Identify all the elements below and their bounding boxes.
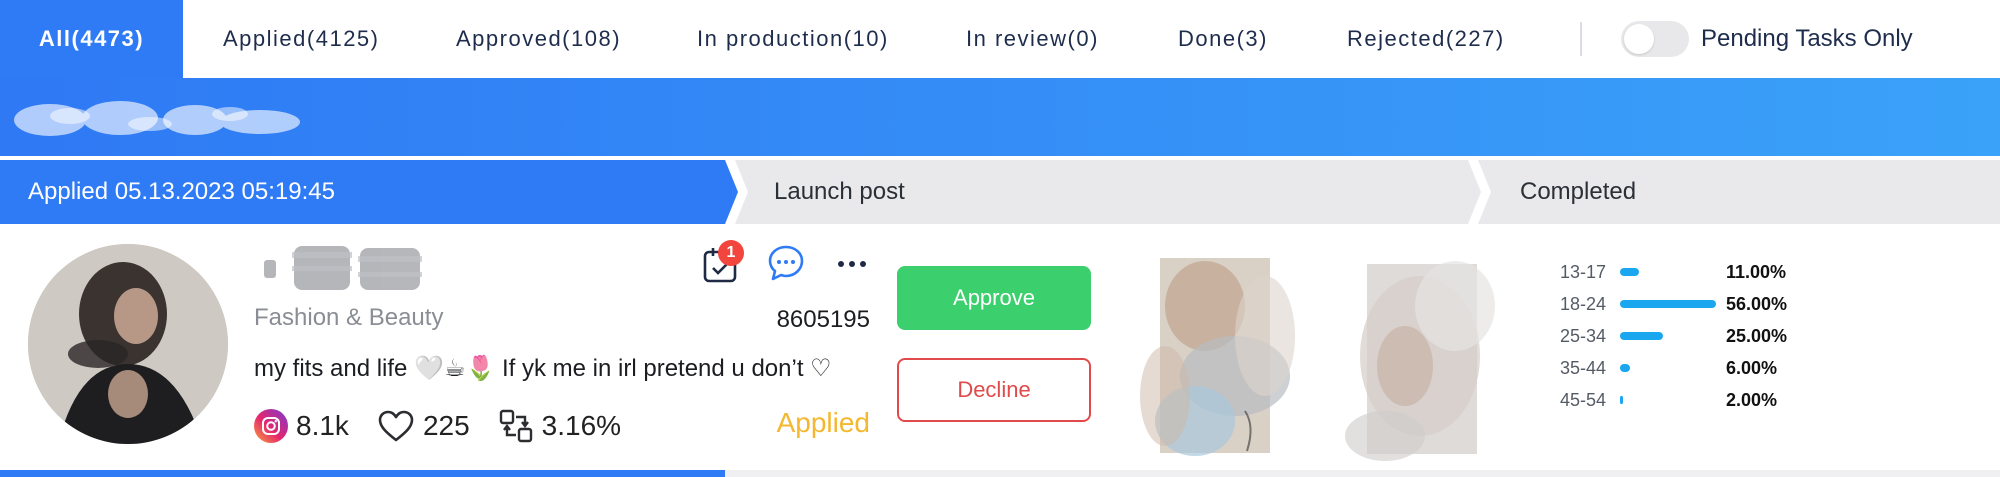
age-row-35-44: 35-44 6.00% bbox=[1520, 352, 1860, 384]
age-row-25-34: 25-34 25.00% bbox=[1520, 320, 1860, 352]
age-bar-track bbox=[1620, 268, 1720, 276]
tab-all[interactable]: All(4473) bbox=[0, 0, 183, 78]
engagement-rate: 3.16% bbox=[541, 410, 622, 441]
stat-likes: 225 bbox=[377, 409, 470, 443]
pending-only-label: Pending Tasks Only bbox=[1701, 25, 1913, 52]
post-thumbnail-1[interactable] bbox=[1125, 246, 1315, 476]
creator-stats: 8.1k 225 3.16% bbox=[254, 404, 649, 448]
instagram-icon bbox=[254, 409, 288, 443]
creator-category: Fashion & Beauty bbox=[254, 304, 444, 331]
likes-count: 225 bbox=[422, 410, 470, 441]
heart-icon bbox=[378, 410, 414, 442]
campaign-banner bbox=[0, 78, 2000, 156]
age-bar bbox=[1620, 332, 1663, 340]
avatar-image bbox=[28, 244, 228, 444]
age-pct-label: 56.00% bbox=[1726, 293, 1788, 314]
notification-badge: 1 bbox=[718, 240, 744, 266]
age-pct-label: 25.00% bbox=[1726, 325, 1788, 346]
age-range-label: 25-34 bbox=[1559, 325, 1606, 346]
redacted-campaign-name bbox=[14, 101, 300, 136]
engagement-icon bbox=[499, 409, 532, 443]
pipeline-step-applied: Applied 05.13.2023 05:19:45 bbox=[28, 178, 335, 205]
age-pct-label: 11.00% bbox=[1726, 261, 1787, 282]
redacted-creator-name bbox=[264, 246, 422, 290]
pipeline-step-completed: Completed bbox=[1520, 178, 1637, 205]
creator-id: 8605195 bbox=[776, 306, 870, 333]
pipeline-step-launch-post: Launch post bbox=[774, 178, 905, 205]
tab-applied[interactable]: Applied(4125) bbox=[223, 0, 379, 78]
age-range-label: 18-24 bbox=[1559, 293, 1606, 314]
application-status: Applied bbox=[776, 407, 870, 438]
tab-rejected[interactable]: Rejected(227) bbox=[1347, 0, 1505, 78]
age-pct-label: 2.00% bbox=[1726, 389, 1778, 410]
tab-approved[interactable]: Approved(108) bbox=[456, 0, 621, 78]
age-range-label: 13-17 bbox=[1559, 261, 1606, 282]
creator-bio: my fits and life 🤍☕🌷 If yk me in irl pre… bbox=[254, 355, 832, 382]
age-row-45-54: 45-54 2.00% bbox=[1520, 384, 1860, 416]
tab-divider bbox=[1580, 22, 1582, 56]
age-row-18-24: 18-24 56.00% bbox=[1520, 288, 1860, 320]
age-bar bbox=[1620, 396, 1624, 404]
age-bar-track bbox=[1620, 364, 1720, 372]
avatar[interactable] bbox=[28, 244, 228, 444]
tab-done[interactable]: Done(3) bbox=[1178, 0, 1268, 78]
more-options-icon[interactable] bbox=[836, 254, 868, 274]
age-bar-track bbox=[1620, 396, 1720, 404]
pending-only-toggle[interactable] bbox=[1621, 21, 1689, 57]
age-bar bbox=[1620, 300, 1716, 308]
age-bar bbox=[1620, 268, 1639, 276]
age-row-13-17: 13-17 11.00% bbox=[1520, 256, 1860, 288]
application-card: Fashion & Beauty my fits and life 🤍☕🌷 If… bbox=[0, 224, 2000, 466]
status-tabs: All(4473) Applied(4125) Approved(108) In… bbox=[0, 0, 2000, 78]
age-bar bbox=[1620, 364, 1631, 372]
age-bar-track bbox=[1620, 332, 1720, 340]
next-card-pipeline-edge bbox=[0, 470, 725, 477]
stat-engagement: 3.16% bbox=[498, 408, 621, 444]
stat-followers: 8.1k bbox=[254, 409, 349, 443]
age-range-label: 45-54 bbox=[1559, 389, 1606, 410]
chat-icon[interactable] bbox=[767, 244, 805, 282]
age-range-label: 35-44 bbox=[1559, 357, 1606, 378]
toggle-knob bbox=[1624, 24, 1654, 54]
tab-in-production[interactable]: In production(10) bbox=[697, 0, 889, 78]
decline-button[interactable]: Decline bbox=[897, 358, 1091, 422]
tab-in-review[interactable]: In review(0) bbox=[966, 0, 1099, 78]
followers-count: 8.1k bbox=[296, 410, 349, 441]
age-bar-track bbox=[1620, 300, 1720, 308]
age-pct-label: 6.00% bbox=[1726, 357, 1778, 378]
progress-pipeline: Applied 05.13.2023 05:19:45 Launch post … bbox=[0, 160, 2000, 224]
post-thumbnail-2[interactable] bbox=[1335, 246, 1505, 476]
approve-button[interactable]: Approve bbox=[897, 266, 1091, 330]
